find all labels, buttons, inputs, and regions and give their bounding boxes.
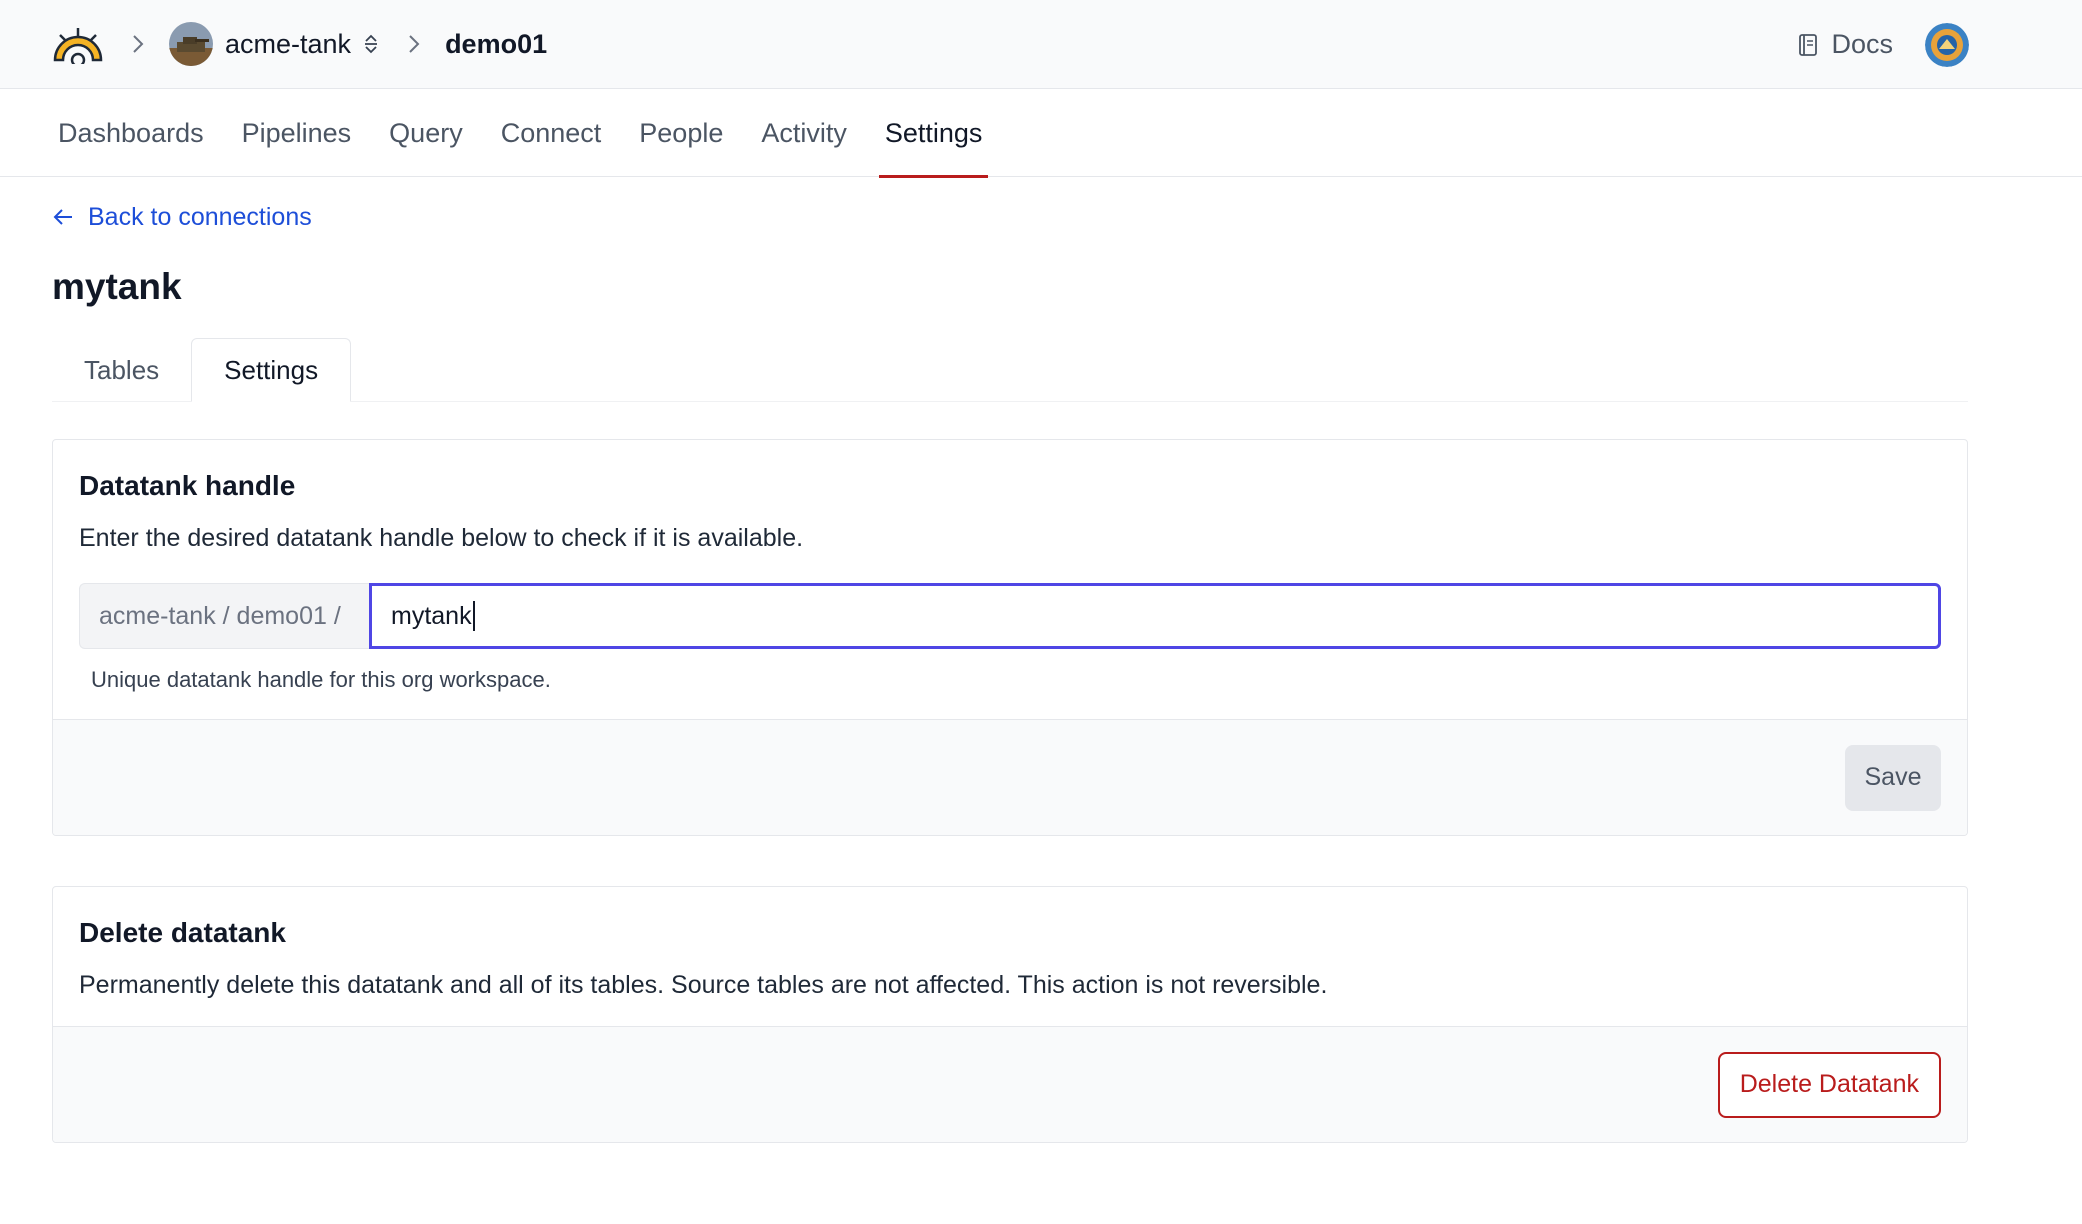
book-icon bbox=[1797, 33, 1819, 57]
nav-item-pipelines[interactable]: Pipelines bbox=[236, 89, 358, 177]
org-name[interactable]: acme-tank bbox=[225, 29, 351, 60]
docs-label: Docs bbox=[1831, 29, 1893, 59]
main-content: Back to connections mytank Tables Settin… bbox=[0, 203, 1968, 1143]
back-label: Back to connections bbox=[88, 203, 312, 231]
card-title: Datatank handle bbox=[79, 470, 296, 501]
card-footer: Save bbox=[53, 719, 1967, 835]
card-description: Permanently delete this datatank and all… bbox=[79, 971, 1328, 999]
workspace-name[interactable]: demo01 bbox=[445, 29, 547, 60]
user-avatar[interactable] bbox=[1925, 22, 1969, 67]
main-nav: Dashboards Pipelines Query Connect Peopl… bbox=[0, 89, 2082, 178]
nav-item-connect[interactable]: Connect bbox=[495, 89, 608, 177]
handle-prefix: acme-tank / demo01 / bbox=[79, 583, 369, 649]
tab-settings[interactable]: Settings bbox=[191, 338, 352, 402]
org-switcher-icon[interactable] bbox=[363, 32, 381, 56]
chevron-right-icon bbox=[407, 32, 423, 56]
nav-item-query[interactable]: Query bbox=[383, 89, 469, 177]
card-title: Delete datatank bbox=[79, 917, 286, 948]
handle-help-text: Unique datatank handle for this org work… bbox=[91, 667, 551, 692]
card-body: Delete datatank Permanently delete this … bbox=[53, 887, 1967, 1026]
org-avatar[interactable] bbox=[169, 22, 213, 66]
save-button[interactable]: Save bbox=[1845, 744, 1941, 811]
datatank-tabs: Tables Settings bbox=[52, 338, 1968, 402]
nav-item-activity[interactable]: Activity bbox=[755, 89, 853, 177]
back-link[interactable]: Back to connections bbox=[52, 203, 1968, 232]
delete-datatank-button[interactable]: Delete Datatank bbox=[1717, 1051, 1941, 1118]
datatank-handle-card: Datatank handle Enter the desired datata… bbox=[52, 439, 1968, 836]
delete-datatank-card: Delete datatank Permanently delete this … bbox=[52, 886, 1968, 1143]
nav-item-dashboards[interactable]: Dashboards bbox=[52, 89, 210, 177]
nav-item-settings[interactable]: Settings bbox=[878, 89, 989, 178]
card-footer: Delete Datatank bbox=[53, 1026, 1967, 1142]
app-logo-icon[interactable] bbox=[51, 24, 105, 64]
chevron-right-icon bbox=[131, 32, 147, 56]
nav-item-people[interactable]: People bbox=[633, 89, 729, 177]
docs-link[interactable]: Docs bbox=[1797, 29, 1893, 60]
text-caret bbox=[472, 601, 475, 631]
header-actions: Docs bbox=[1797, 0, 1969, 89]
tab-tables[interactable]: Tables bbox=[52, 338, 191, 402]
handle-input-value: mytank bbox=[391, 601, 472, 630]
top-bar: acme-tank demo01 Docs bbox=[0, 0, 2082, 89]
handle-input-group: acme-tank / demo01 / mytank bbox=[79, 583, 1941, 649]
handle-input[interactable]: mytank bbox=[369, 583, 1941, 649]
card-body: Datatank handle Enter the desired datata… bbox=[53, 440, 1967, 719]
page-title: mytank bbox=[52, 266, 182, 307]
arrow-left-icon bbox=[52, 206, 76, 230]
card-description: Enter the desired datatank handle below … bbox=[79, 524, 804, 552]
